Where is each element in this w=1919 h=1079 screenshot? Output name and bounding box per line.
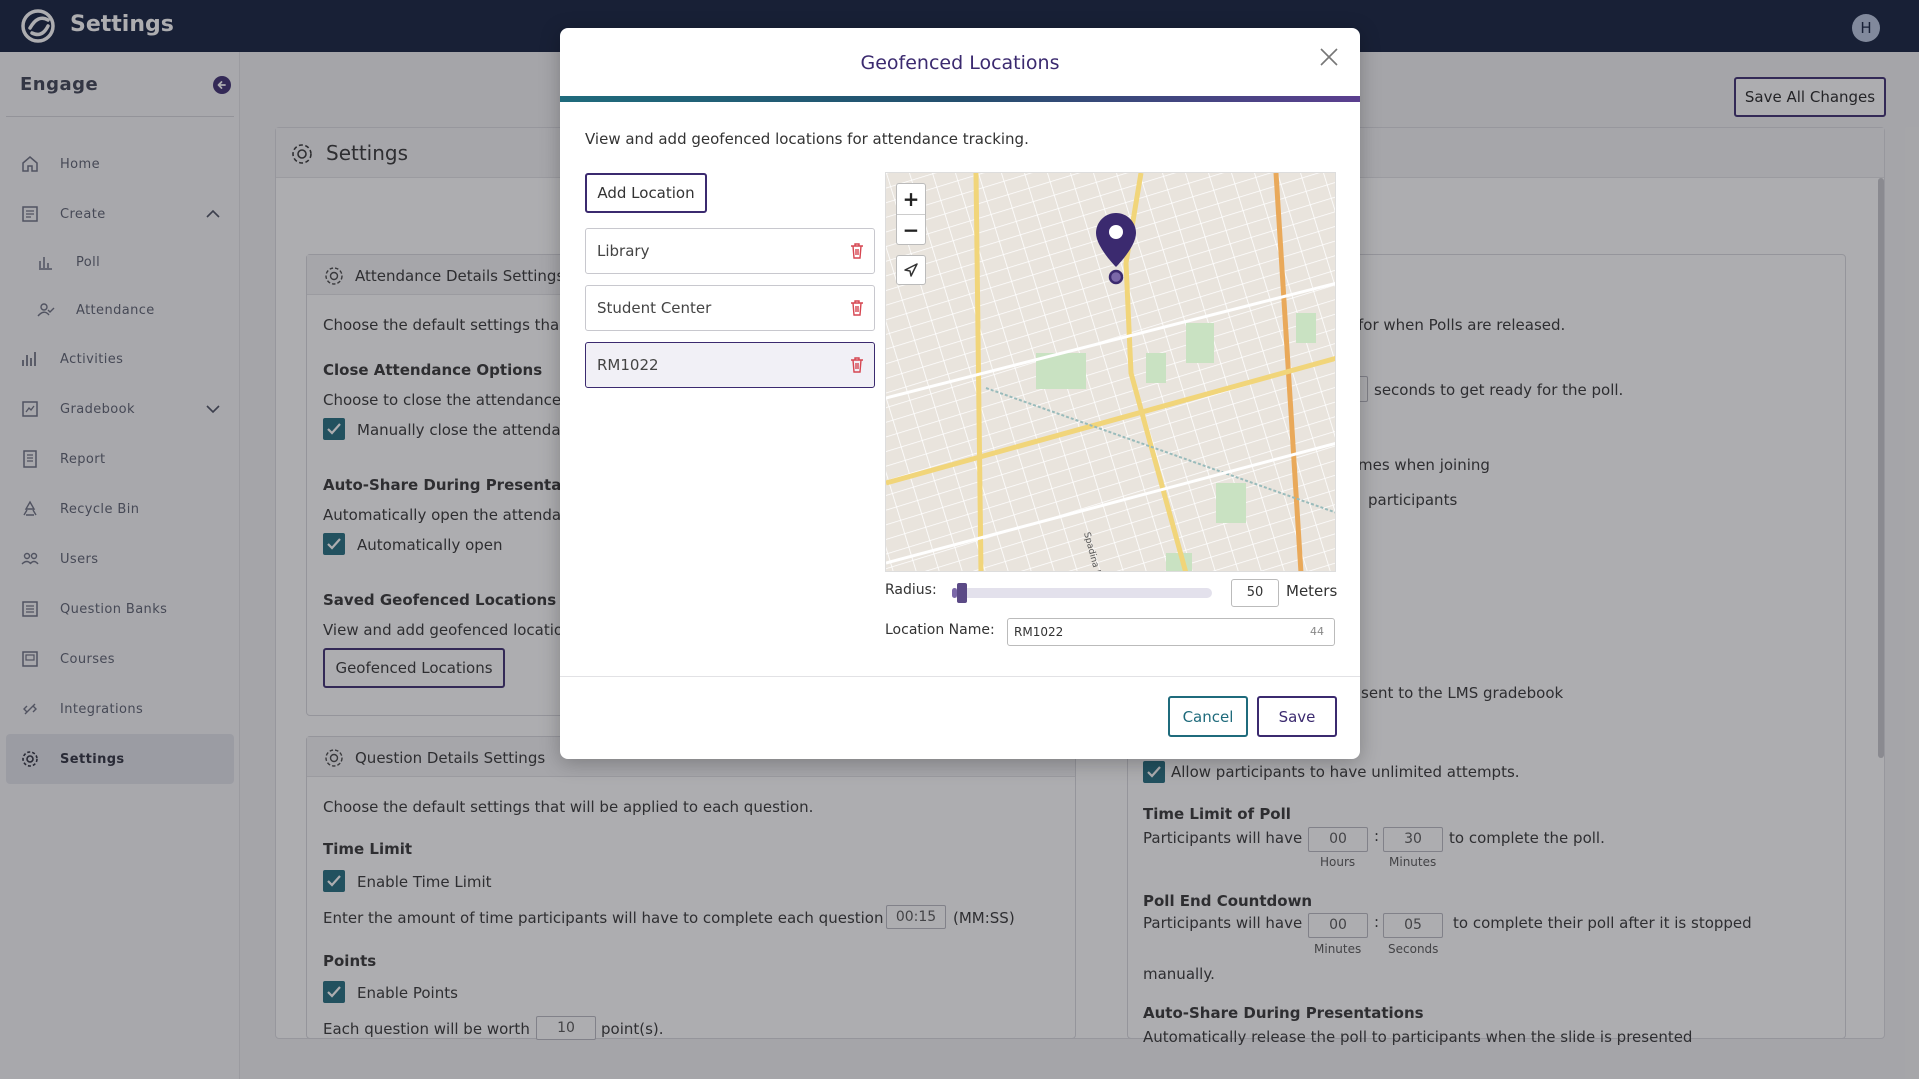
modal-footer-divider xyxy=(560,676,1360,677)
location-name-input[interactable]: RM1022 44 xyxy=(1007,618,1335,646)
radius-label: Radius: xyxy=(885,582,937,598)
trash-icon[interactable] xyxy=(849,356,865,374)
locate-me-button[interactable] xyxy=(896,255,926,285)
location-name-label: Location Name: xyxy=(885,622,995,638)
geofenced-locations-modal: Geofenced Locations View and add geofenc… xyxy=(560,28,1360,759)
close-icon[interactable] xyxy=(1318,46,1340,68)
zoom-in-button[interactable]: + xyxy=(897,184,925,214)
save-button[interactable]: Save xyxy=(1257,696,1337,737)
trash-icon[interactable] xyxy=(849,242,865,260)
navigation-arrow-icon xyxy=(904,263,918,277)
map-zoom-controls: + − xyxy=(896,183,926,245)
radius-input[interactable]: 50 xyxy=(1231,579,1279,607)
radius-unit: Meters xyxy=(1286,582,1338,600)
location-name: RM1022 xyxy=(597,356,659,374)
location-name-value: RM1022 xyxy=(1014,625,1064,639)
modal-description: View and add geofenced locations for att… xyxy=(585,130,1029,148)
location-item-student-center[interactable]: Student Center xyxy=(585,285,875,331)
modal-title: Geofenced Locations xyxy=(860,52,1060,74)
zoom-out-button[interactable]: − xyxy=(897,215,925,245)
location-name-char-count: 44 xyxy=(1310,625,1324,638)
location-name: Student Center xyxy=(597,299,712,317)
radius-slider-thumb[interactable] xyxy=(957,583,967,603)
location-item-library[interactable]: Library xyxy=(585,228,875,274)
location-name: Library xyxy=(597,242,650,260)
map-pin-icon[interactable] xyxy=(1094,211,1138,285)
trash-icon[interactable] xyxy=(849,299,865,317)
location-item-rm1022[interactable]: RM1022 xyxy=(585,342,875,388)
cancel-button[interactable]: Cancel xyxy=(1168,696,1248,737)
add-location-button[interactable]: Add Location xyxy=(585,173,707,213)
modal-accent-bar xyxy=(560,96,1360,102)
radius-slider-track[interactable] xyxy=(952,588,1212,598)
geofence-map[interactable]: Spadina Road + − xyxy=(885,172,1336,572)
